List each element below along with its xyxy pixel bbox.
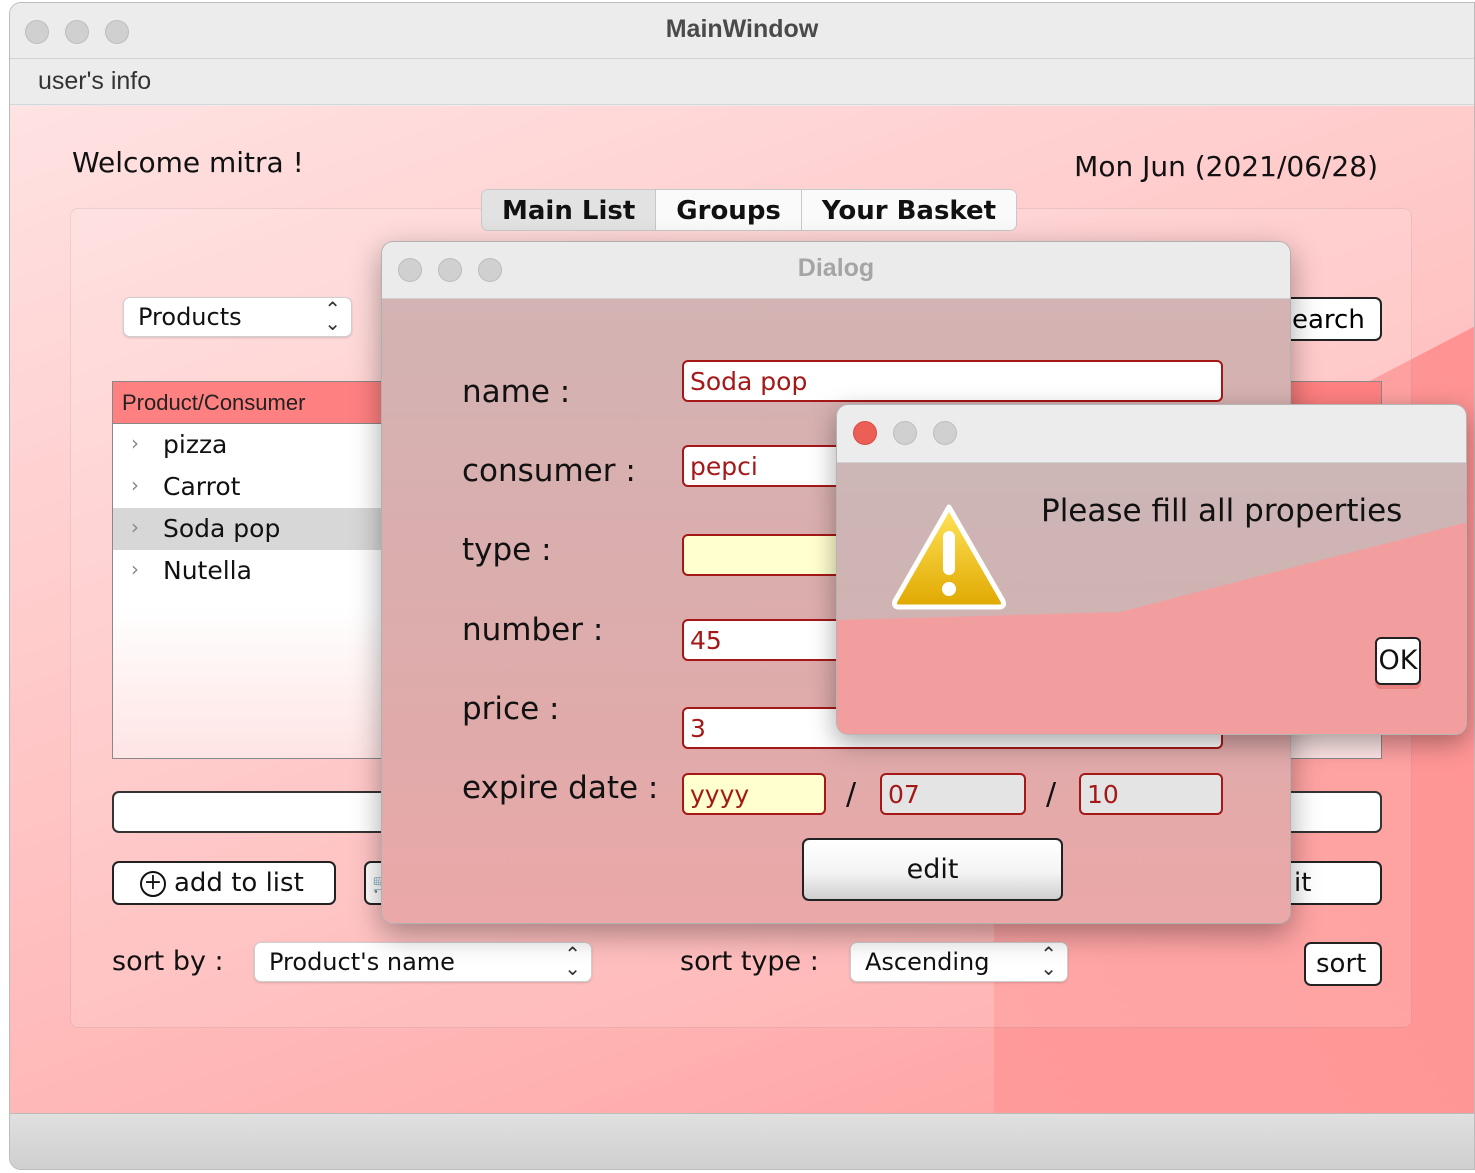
menu-bar: user's info	[10, 59, 1474, 105]
expire-day-field[interactable]: 10	[1079, 773, 1223, 815]
tab-main-list[interactable]: Main List	[482, 190, 657, 230]
sort-button[interactable]: sort	[1304, 942, 1382, 986]
message-title-bar	[837, 405, 1466, 463]
name-field[interactable]: Soda pop	[682, 360, 1223, 402]
expire-month-field[interactable]: 07	[880, 773, 1026, 815]
edit-button[interactable]: edit	[802, 838, 1063, 901]
updown-chevron-icon: ⌃ ⌄	[564, 942, 581, 980]
number-label: number :	[462, 612, 604, 648]
sort-type-label: sort type :	[680, 946, 819, 977]
chevron-right-icon[interactable]: ›	[131, 473, 139, 497]
sort-by-value: Product's name	[269, 948, 455, 976]
sort-by-select[interactable]: Product's name ⌃ ⌄	[254, 942, 592, 982]
sort-type-value: Ascending	[865, 948, 990, 976]
chevron-right-icon[interactable]: ›	[131, 557, 139, 581]
tree-row-label: pizza	[163, 430, 228, 459]
type-label: type :	[462, 532, 552, 568]
message-close-button[interactable]	[853, 421, 877, 445]
date-separator: /	[846, 777, 857, 812]
chevron-right-icon[interactable]: ›	[131, 515, 139, 539]
title-bar: MainWindow	[10, 3, 1474, 59]
welcome-label: Welcome mitra !	[72, 146, 304, 179]
warning-icon	[892, 504, 1006, 610]
expire-date-label: expire date :	[462, 770, 659, 806]
message-body: Please fill all properties OK	[837, 463, 1466, 734]
tab-groups[interactable]: Groups	[656, 190, 802, 230]
name-label: name :	[462, 374, 571, 410]
message-zoom-button[interactable]	[933, 421, 957, 445]
updown-chevron-icon: ⌃ ⌄	[1040, 942, 1057, 980]
warning-message-box: Please fill all properties OK	[836, 404, 1467, 735]
plus-circle-icon: +	[140, 871, 166, 897]
tree-row-label: Carrot	[163, 472, 241, 501]
date-separator: /	[1046, 777, 1057, 812]
message-minimize-button[interactable]	[893, 421, 917, 445]
dialog-title-bar: Dialog	[382, 242, 1290, 299]
category-select-value: Products	[138, 303, 242, 331]
tree-row-label: Nutella	[163, 556, 252, 585]
date-label: Mon Jun (2021/06/28)	[1074, 150, 1378, 183]
tab-bar: Main List Groups Your Basket	[481, 189, 1018, 231]
chevron-right-icon[interactable]: ›	[131, 431, 139, 455]
tab-your-basket[interactable]: Your Basket	[801, 190, 1017, 230]
updown-chevron-icon: ⌃ ⌄	[324, 297, 341, 335]
price-label: price :	[462, 691, 560, 727]
message-text: Please fill all properties	[1041, 493, 1403, 529]
search-button[interactable]: earch	[1280, 297, 1382, 341]
menu-user-info[interactable]: user's info	[38, 67, 151, 96]
sort-by-label: sort by :	[112, 946, 224, 977]
expire-year-field[interactable]: yyyy	[682, 773, 826, 815]
window-title: MainWindow	[665, 15, 819, 43]
status-bar	[10, 1113, 1474, 1169]
category-select[interactable]: Products ⌃ ⌄	[123, 297, 352, 337]
consumer-label: consumer :	[462, 453, 636, 489]
sort-type-select[interactable]: Ascending ⌃ ⌄	[850, 942, 1068, 982]
tree-row-label: Soda pop	[163, 514, 281, 543]
dialog-title: Dialog	[797, 254, 875, 282]
ok-button[interactable]: OK	[1375, 637, 1421, 685]
add-to-list-button[interactable]: + add to list	[112, 861, 336, 905]
add-to-list-label: add to list	[174, 868, 304, 898]
